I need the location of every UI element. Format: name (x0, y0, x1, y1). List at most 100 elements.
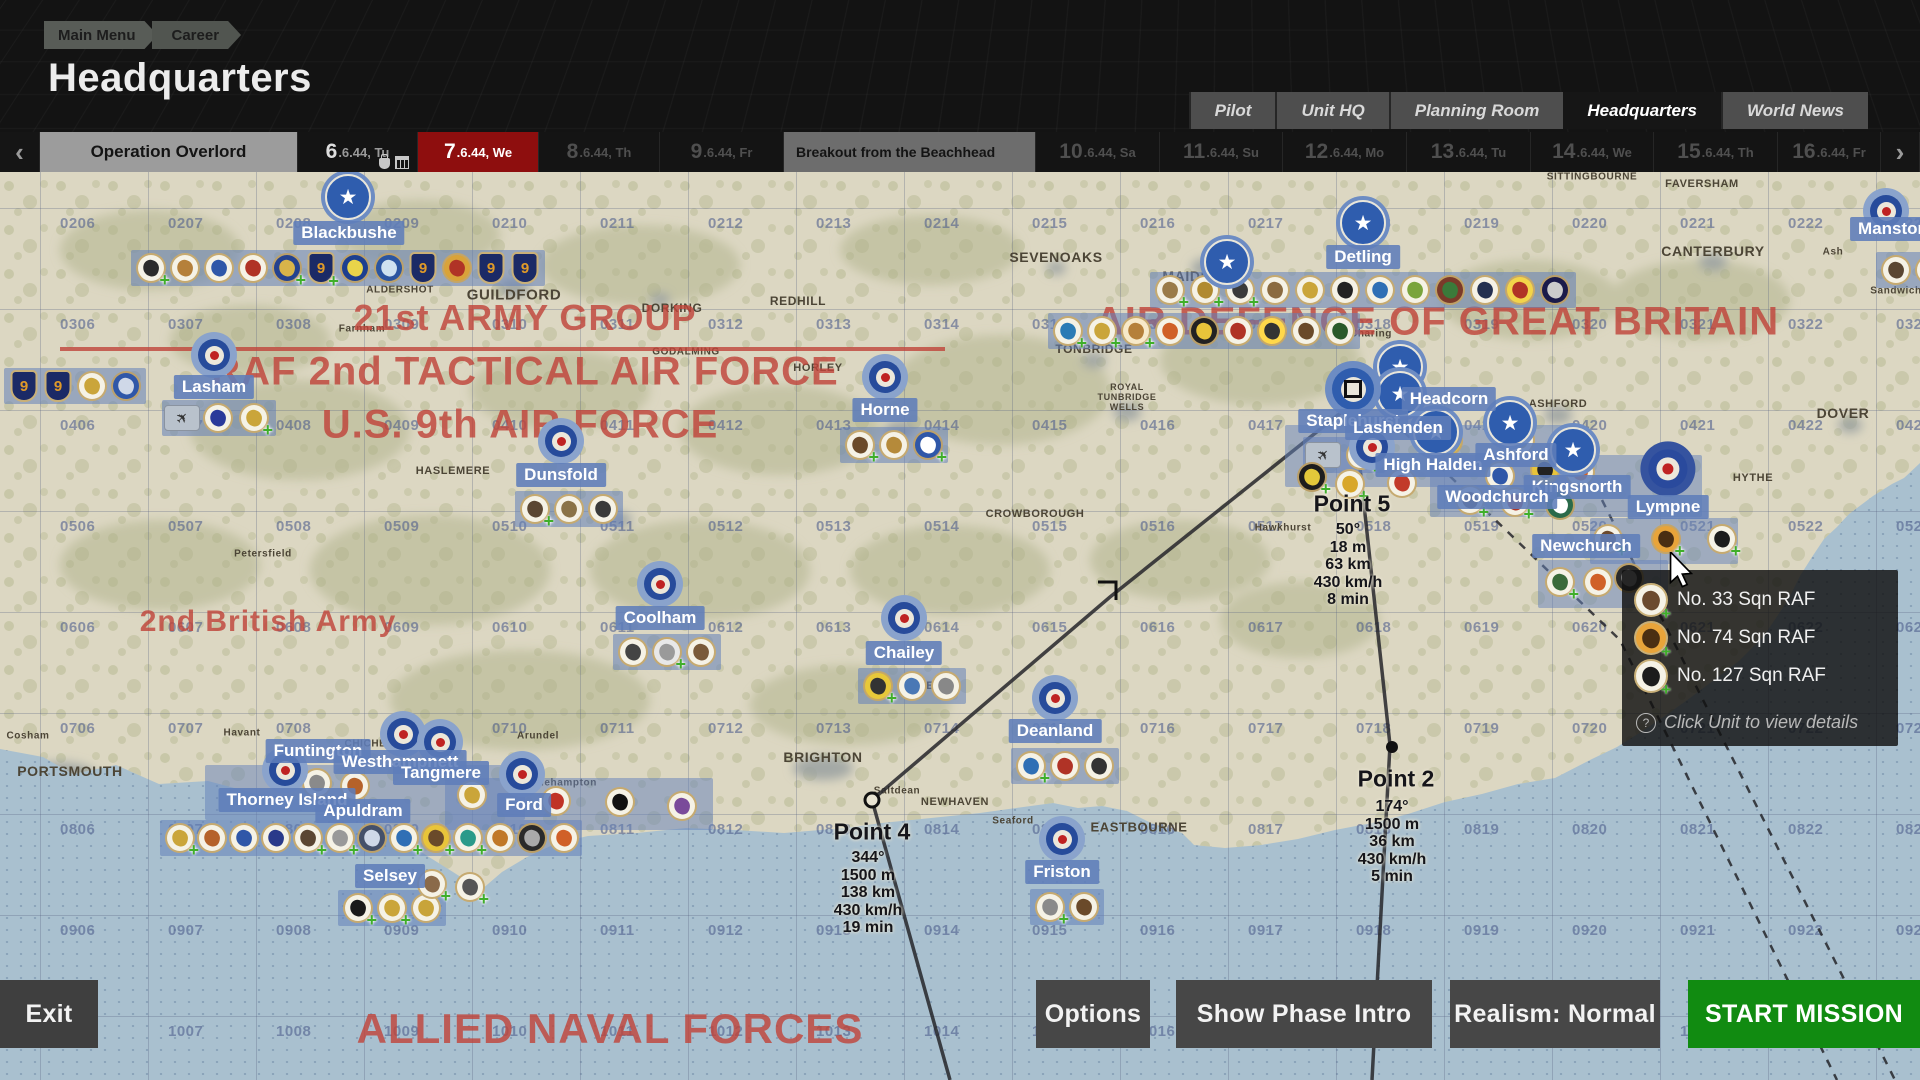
squadron-emblem[interactable]: + (453, 823, 483, 853)
squadron-emblem[interactable] (1260, 275, 1290, 305)
squadron-emblem[interactable] (357, 823, 387, 853)
squadron-emblem[interactable] (1435, 275, 1465, 305)
squadron-emblem[interactable] (1540, 275, 1570, 305)
airfield-label-dunsfold[interactable]: Dunsfold (516, 463, 606, 487)
squadron-emblem[interactable] (549, 823, 579, 853)
squadron-emblem[interactable] (1295, 275, 1325, 305)
squadron-emblem[interactable] (554, 494, 584, 524)
airfield-label-deanland[interactable]: Deanland (1009, 719, 1102, 743)
squadron-emblem[interactable] (204, 253, 234, 283)
start-mission-button[interactable]: START MISSION (1688, 980, 1920, 1048)
airfield-label-blackbushe[interactable]: Blackbushe (293, 221, 404, 245)
squadron-emblem[interactable]: + (293, 823, 323, 853)
airfield-label-apuldram[interactable]: Apuldram (315, 799, 410, 823)
squadron-emblem[interactable]: 9 (478, 252, 505, 284)
airfield-marker-lympne[interactable] (1640, 441, 1695, 496)
tooltip-squadron-row[interactable]: +No. 127 Sqn RAF (1634, 658, 1826, 694)
tab-world-news[interactable]: World News (1721, 92, 1868, 129)
squadron-emblem[interactable] (1325, 316, 1355, 346)
timeline-day-6-6-44-tu[interactable]: 6.6.44, Tu (298, 132, 418, 172)
squadron-emblem[interactable] (261, 823, 291, 853)
airfield-label-manston[interactable]: Manston (1850, 217, 1920, 241)
airfield-label-high-halden[interactable]: High Halden (1375, 453, 1490, 477)
squadron-emblem[interactable] (667, 791, 697, 821)
squadron-emblem[interactable] (485, 823, 515, 853)
squadron-emblem[interactable] (1583, 567, 1613, 597)
airfield-marker-chailey[interactable] (881, 595, 927, 641)
airfield-marker-coolham[interactable] (637, 561, 683, 607)
airfield-label-headcorn[interactable]: Headcorn (1402, 387, 1496, 411)
squadron-emblem[interactable]: + (1087, 316, 1117, 346)
squadron-emblem[interactable] (1050, 751, 1080, 781)
squadron-emblem[interactable]: + (1053, 316, 1083, 346)
squadron-emblem[interactable]: + (1155, 275, 1185, 305)
squadron-emblem[interactable] (931, 671, 961, 701)
squadron-emblem[interactable] (1084, 751, 1114, 781)
squadron-emblem[interactable]: + (1297, 462, 1327, 492)
squadron-emblem[interactable]: + (1707, 524, 1737, 554)
squadron-emblem[interactable] (111, 371, 141, 401)
airfield-marker-dunsfold[interactable] (538, 418, 584, 464)
airfield-label-selsey[interactable]: Selsey (355, 864, 425, 888)
squadron-emblem[interactable] (1400, 275, 1430, 305)
squadron-emblem[interactable]: 9 (512, 252, 539, 284)
airfield-marker-1227-262[interactable]: ★ (1200, 235, 1254, 289)
squadron-emblem[interactable]: + (1016, 751, 1046, 781)
squadron-emblem[interactable]: + (455, 872, 485, 902)
squadron-emblem[interactable]: 9+ (308, 252, 335, 284)
airfield-label-friston[interactable]: Friston (1025, 860, 1099, 884)
waypoint-marker-point-2[interactable] (1386, 741, 1398, 753)
tab-headquarters[interactable]: Headquarters (1563, 92, 1721, 129)
squadron-emblem[interactable] (618, 637, 648, 667)
squadron-emblem[interactable] (442, 253, 472, 283)
timeline-next-arrow[interactable]: › (1881, 132, 1920, 172)
timeline-day-11-6-44-su[interactable]: 11.6.44, Su (1160, 132, 1283, 172)
airfield-label-detling[interactable]: Detling (1326, 245, 1400, 269)
timeline-day-15-6-44-th[interactable]: 15.6.44, Th (1654, 132, 1778, 172)
timeline-day-10-6-44-sa[interactable]: 10.6.44, Sa (1036, 132, 1160, 172)
squadron-emblem[interactable]: + (1035, 892, 1065, 922)
squadron-emblem[interactable] (879, 430, 909, 460)
airfield-label-ashford[interactable]: Ashford (1475, 443, 1556, 467)
breadcrumb-item-main-menu[interactable]: Main Menu (44, 21, 158, 49)
squadron-emblem[interactable] (1223, 316, 1253, 346)
squadron-emblem[interactable] (374, 253, 404, 283)
tab-planning-room[interactable]: Planning Room (1389, 92, 1564, 129)
squadron-emblem[interactable]: 9 (11, 370, 38, 402)
squadron-emblem[interactable] (1881, 255, 1911, 285)
squadron-emblem[interactable] (1155, 316, 1185, 346)
squadron-emblem[interactable]: + (377, 893, 407, 923)
squadron-emblem[interactable]: + (520, 494, 550, 524)
timeline-day-14-6-44-we[interactable]: 14.6.44, We (1531, 132, 1654, 172)
squadron-emblem[interactable] (686, 637, 716, 667)
squadron-emblem[interactable] (588, 494, 618, 524)
squadron-emblem[interactable] (897, 671, 927, 701)
airfield-label-chailey[interactable]: Chailey (866, 641, 942, 665)
squadron-emblem[interactable] (1505, 275, 1535, 305)
squadron-emblem[interactable]: + (165, 823, 195, 853)
squadron-emblem[interactable]: + (863, 671, 893, 701)
timeline-day-12-6-44-mo[interactable]: 12.6.44, Mo (1283, 132, 1407, 172)
squadron-emblem[interactable]: + (845, 430, 875, 460)
tooltip-squadron-row[interactable]: +No. 74 Sqn RAF (1634, 620, 1815, 656)
tab-pilot[interactable]: Pilot (1189, 92, 1276, 129)
squadron-emblem[interactable] (238, 253, 268, 283)
squadron-name[interactable]: No. 33 Sqn RAF (1677, 589, 1815, 611)
airfield-marker-detling[interactable]: ★ (1336, 196, 1390, 250)
timeline-day-13-6-44-tu[interactable]: 13.6.44, Tu (1407, 132, 1531, 172)
squadron-emblem[interactable] (170, 253, 200, 283)
airfield-label-lasham[interactable]: Lasham (174, 375, 254, 399)
squadron-emblem[interactable] (1069, 892, 1099, 922)
timeline-day-7-6-44-we[interactable]: 7.6.44, We (418, 132, 539, 172)
squadron-emblem[interactable] (1330, 275, 1360, 305)
airfield-label-ford[interactable]: Ford (497, 793, 551, 817)
squadron-emblem[interactable]: + (913, 430, 943, 460)
squadron-emblem[interactable]: + (421, 823, 451, 853)
squadron-emblem[interactable] (203, 403, 233, 433)
airfield-marker-blackbushe[interactable]: ★ (321, 170, 375, 224)
squadron-name[interactable]: No. 127 Sqn RAF (1677, 665, 1826, 687)
squadron-emblem[interactable] (1189, 316, 1219, 346)
airfield-marker-friston[interactable] (1039, 816, 1085, 862)
squadron-emblem[interactable]: + (1121, 316, 1151, 346)
squadron-emblem[interactable]: + (1545, 567, 1575, 597)
